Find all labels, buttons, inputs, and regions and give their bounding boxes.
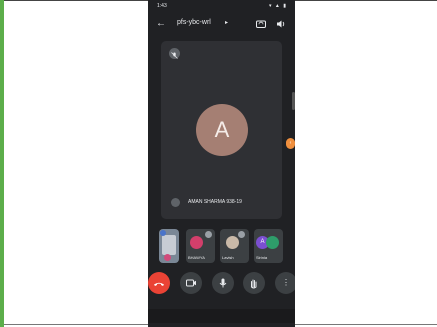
hand-icon <box>251 279 257 289</box>
system-nav-bar <box>148 309 295 323</box>
participant-avatar: A <box>196 104 248 156</box>
name-mic-off-icon <box>171 198 180 207</box>
self-status-icon <box>160 230 166 236</box>
self-badge-icon <box>164 254 171 261</box>
camera-toggle-button[interactable] <box>180 272 202 294</box>
participant-strip: BHAWYA Lavish A Sirinia <box>157 229 292 265</box>
self-preview-tile[interactable] <box>159 229 179 263</box>
participant-thumb[interactable]: A Sirinia <box>254 229 283 263</box>
call-controls: ⋮ <box>148 271 295 297</box>
video-camera-icon <box>186 279 196 287</box>
status-bar: 1:43 ▾ ▲ ▮ <box>148 0 295 12</box>
status-time: 1:43 <box>157 3 167 9</box>
thumb-avatar <box>190 236 203 249</box>
raise-hand-button[interactable] <box>243 272 265 294</box>
participant-thumb[interactable]: BHAWYA <box>186 229 215 263</box>
meeting-info-caret-icon[interactable]: ▸ <box>225 19 228 26</box>
scroll-handle[interactable] <box>292 92 295 110</box>
thumb-avatar <box>226 236 239 249</box>
left-accent-bar <box>0 0 4 327</box>
phone-screen: 1:43 ▾ ▲ ▮ ← pfs-ybc-wrl ▸ A AMAN SHARMA… <box>148 0 295 327</box>
switch-camera-icon[interactable] <box>255 17 267 29</box>
status-icons: ▾ ▲ ▮ <box>269 3 287 9</box>
end-call-button[interactable] <box>148 272 170 294</box>
more-vert-icon: ⋮ <box>282 278 290 287</box>
speaker-icon[interactable] <box>275 17 287 29</box>
thumb-label: BHAWYA <box>188 255 205 260</box>
mic-toggle-button[interactable] <box>212 272 234 294</box>
back-arrow-icon[interactable]: ← <box>156 18 168 30</box>
thumb-label: Sirinia <box>256 255 268 260</box>
microphone-icon <box>219 278 227 288</box>
thumb-mic-off-icon <box>205 231 212 238</box>
phone-hangup-icon <box>154 282 164 286</box>
meeting-code[interactable]: pfs-ybc-wrl <box>177 19 211 26</box>
more-options-button[interactable]: ⋮ <box>275 272 295 294</box>
side-panel-handle[interactable]: ‹ <box>286 138 295 149</box>
thumb-mic-off-icon <box>238 231 245 238</box>
participant-name-row: AMAN SHARMA 938-19 <box>171 198 281 208</box>
participant-thumb[interactable]: Lavish <box>220 229 249 263</box>
muted-mic-icon <box>169 48 180 59</box>
main-participant-tile[interactable]: A AMAN SHARMA 938-19 <box>161 41 282 219</box>
thumb-label: Lavish <box>222 255 234 260</box>
thumb-avatar-secondary <box>266 236 279 249</box>
self-video-image <box>162 235 176 255</box>
participant-name: AMAN SHARMA 938-19 <box>188 199 242 205</box>
meeting-top-bar: ← pfs-ybc-wrl ▸ <box>148 14 295 34</box>
